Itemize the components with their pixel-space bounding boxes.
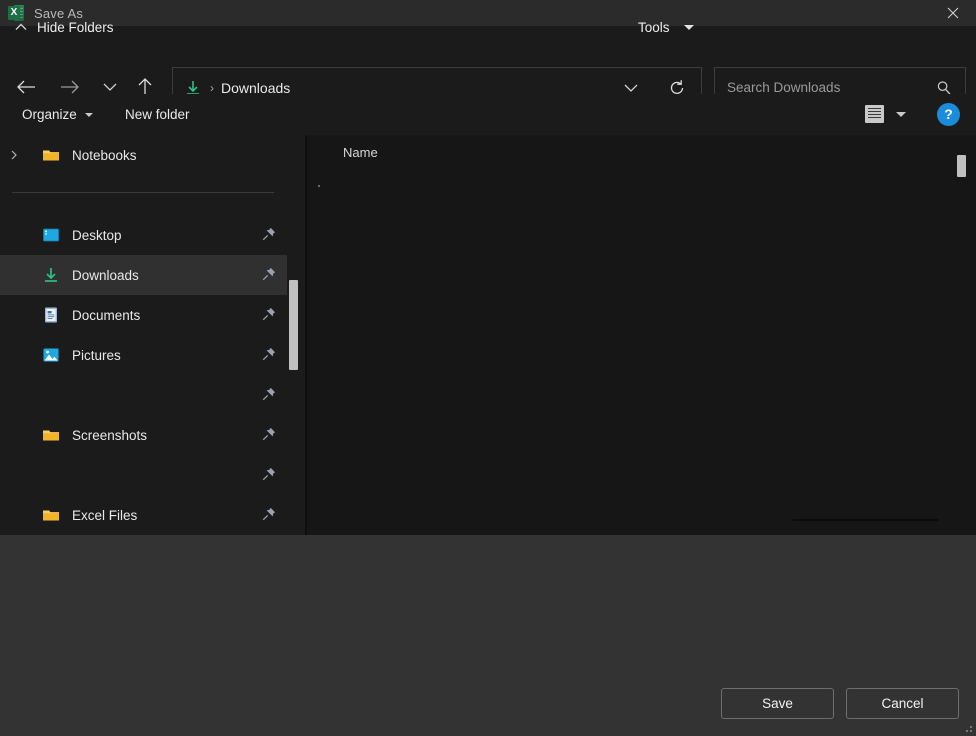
breadcrumb-separator: › (210, 80, 214, 95)
search-input[interactable] (727, 80, 936, 95)
sidebar-item-label: Screenshots (72, 427, 148, 443)
pin-icon[interactable] (261, 226, 277, 242)
sidebar-item-label: Desktop (72, 227, 122, 243)
pin-icon[interactable] (261, 506, 277, 522)
save-form: File name: MAC Address Format in Excel.c… (0, 535, 976, 681)
command-bar: Organize New folder (0, 94, 976, 135)
desktop-icon (42, 226, 60, 244)
cancel-button[interactable]: Cancel (846, 688, 959, 719)
chevron-down-icon (683, 24, 694, 30)
hide-folders-label: Hide Folders (37, 19, 114, 35)
sidebar-item-excel-files[interactable]: Excel Files (0, 495, 287, 535)
folder-icon (42, 146, 60, 164)
pin-icon[interactable] (261, 346, 277, 362)
sidebar-item-screenshots[interactable]: Screenshots (0, 415, 287, 455)
sidebar-scrollbar[interactable] (289, 135, 298, 535)
sidebar-item-blank-5[interactable] (0, 375, 287, 415)
save-button[interactable]: Save (721, 688, 834, 719)
navigation-sidebar: Notebooks Desktop Downloads Documents Pictur… (0, 135, 305, 535)
hide-folders-button[interactable]: Hide Folders (14, 13, 114, 41)
list-view-icon[interactable] (858, 98, 890, 130)
tools-label: Tools (638, 19, 670, 35)
navigation-bar: › Downloads (0, 26, 976, 108)
body-area: Notebooks Desktop Downloads Documents Pictur… (0, 135, 976, 535)
file-list-scrollbar-thumb[interactable] (957, 155, 966, 177)
file-list-pane[interactable]: Name (307, 135, 976, 535)
pin-icon[interactable] (261, 306, 277, 322)
save-as-dialog: X Save As › Downloads Search Downloads O… (0, 0, 976, 736)
sidebar-item-pictures[interactable]: Pictures (0, 335, 287, 375)
sidebar-item-blank-7[interactable] (0, 455, 287, 495)
column-header-row: Name (307, 135, 976, 169)
organize-label: Organize (22, 107, 77, 122)
downloads-icon (42, 266, 60, 284)
close-icon[interactable] (930, 0, 976, 26)
sidebar-item-label: Excel Files (72, 507, 138, 523)
new-folder-label: New folder (125, 107, 190, 122)
column-header-name[interactable]: Name (343, 145, 378, 160)
tools-button[interactable]: Tools (638, 13, 694, 41)
pin-icon[interactable] (261, 426, 277, 442)
horizontal-scrollbar[interactable] (793, 519, 938, 521)
sidebar-item-label: Notebooks (72, 147, 137, 163)
sidebar-item-documents[interactable]: Documents (0, 295, 287, 335)
sidebar-scrollbar-thumb[interactable] (289, 280, 298, 370)
sidebar-divider (12, 192, 274, 193)
pin-icon[interactable] (261, 386, 277, 402)
folder-icon (42, 426, 60, 444)
title-bar: X Save As (0, 0, 976, 26)
file-list-scrollbar[interactable] (957, 135, 966, 535)
sidebar-item-desktop[interactable]: Desktop (0, 215, 287, 255)
pin-icon[interactable] (261, 466, 277, 482)
sidebar-item-label: Downloads (72, 267, 139, 283)
pin-icon[interactable] (261, 266, 277, 282)
folder-icon (42, 506, 60, 524)
resize-grip[interactable] (963, 723, 973, 733)
new-folder-button[interactable]: New folder (125, 94, 190, 135)
documents-icon (42, 306, 60, 324)
organize-button[interactable]: Organize (22, 94, 93, 135)
chevron-right-icon[interactable] (0, 149, 28, 161)
sidebar-item-label: Pictures (72, 347, 121, 363)
chevron-up-icon (14, 22, 28, 32)
sidebar-item-downloads[interactable]: Downloads (0, 255, 287, 295)
chevron-down-icon (84, 112, 93, 117)
sidebar-item-notebooks[interactable]: Notebooks (0, 135, 287, 175)
sidebar-item-label: Documents (72, 307, 141, 323)
file-list-marker (318, 185, 320, 187)
view-options-chevron-icon[interactable] (890, 98, 912, 130)
pictures-icon (42, 346, 60, 364)
help-button[interactable]: ? (937, 103, 960, 126)
